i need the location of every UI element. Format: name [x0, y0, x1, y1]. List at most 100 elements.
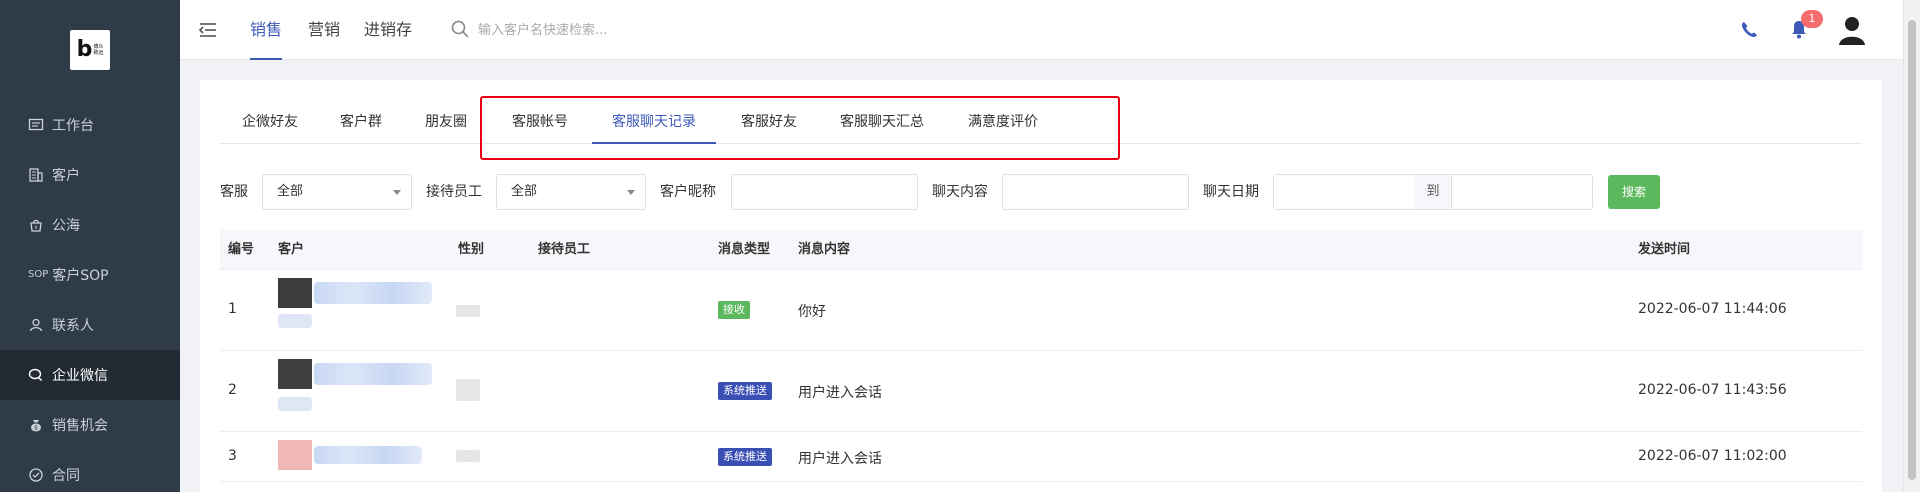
customer-sub-blurred: [278, 397, 312, 411]
search-button[interactable]: 搜索: [1608, 175, 1660, 209]
customer-avatar: [278, 359, 312, 389]
sidebar: b 博众 致远 工作台 客户 公海 SOP 客户SOP 联系人 企业微信 $ 销…: [0, 0, 180, 492]
sidebar-item-label: 客户: [52, 168, 80, 184]
col-header-message-type: 消息类型: [718, 242, 771, 257]
table-row[interactable]: 2 系统推送 用户进入会话 2022-06-07 11:43:56: [220, 351, 1862, 432]
dashboard-icon: [28, 117, 44, 133]
table-header: 编号 客户 性别 接待员工 消息类型 消息内容 发送时间: [220, 230, 1862, 270]
logo-letter: b: [76, 37, 93, 62]
gender-blurred: [456, 305, 480, 317]
company-logo[interactable]: b 博众 致远: [70, 30, 110, 70]
sidebar-item-wechat-work[interactable]: 企业微信: [0, 350, 180, 400]
sidebar-item-dashboard[interactable]: 工作台: [0, 100, 180, 150]
chat-records-table: 编号 客户 性别 接待员工 消息类型 消息内容 发送时间 1 接收 你好 202…: [220, 230, 1862, 482]
table-row[interactable]: 3 系统推送 用户进入会话 2022-06-07 11:02:00: [220, 432, 1862, 482]
sidebar-item-label: 工作台: [52, 118, 94, 134]
sop-icon: SOP: [28, 269, 49, 280]
cell-send-time: 2022-06-07 11:02:00: [1638, 448, 1787, 464]
user-avatar-icon[interactable]: [1836, 14, 1868, 46]
scrollbar-thumb[interactable]: [1908, 20, 1916, 480]
top-tab-inventory[interactable]: 进销存: [364, 0, 412, 60]
message-type-badge: 系统推送: [718, 382, 772, 400]
sidebar-item-label: 联系人: [52, 318, 94, 334]
content-filter-label: 聊天内容: [932, 184, 988, 200]
logo-text: 博众 致远: [93, 44, 104, 56]
col-header-customer: 客户: [278, 242, 305, 257]
tab-moments[interactable]: 朋友圈: [425, 102, 467, 144]
nickname-filter-label: 客户昵称: [660, 184, 716, 200]
cell-message-content: 用户进入会话: [798, 385, 882, 401]
sidebar-item-label: 销售机会: [52, 418, 108, 434]
chevron-down-icon: [393, 190, 401, 195]
date-to-separator: 到: [1414, 174, 1452, 210]
staff-filter-label: 接待员工: [426, 184, 482, 200]
tab-customer-groups[interactable]: 客户群: [340, 102, 382, 144]
top-tab-sales[interactable]: 销售: [250, 0, 283, 60]
col-header-gender: 性别: [458, 242, 485, 257]
service-select[interactable]: 全部: [262, 174, 412, 210]
message-type-badge: 接收: [718, 301, 750, 319]
notification-badge: 1: [1801, 10, 1823, 28]
wechat-work-icon: [28, 367, 44, 383]
customer-name-blurred: [314, 282, 432, 304]
contact-person-icon: [28, 317, 44, 333]
phone-icon[interactable]: [1738, 19, 1760, 41]
highlight-annotation-box: [480, 96, 1120, 160]
svg-text:$: $: [34, 425, 38, 432]
money-bag-icon: $: [28, 417, 44, 433]
tab-wecom-friends[interactable]: 企微好友: [242, 102, 298, 144]
sidebar-item-label: 客户SOP: [52, 268, 109, 284]
staff-select-value: 全部: [511, 184, 538, 199]
customer-avatar: [278, 278, 312, 308]
date-filter-label: 聊天日期: [1203, 184, 1259, 200]
contract-icon: [28, 467, 44, 483]
filter-bar: 客服 全部 接待员工 全部 客户昵称 聊天内容 聊天日期 到 搜索: [220, 174, 1862, 210]
sidebar-item-label: 合同: [52, 468, 80, 484]
table-row[interactable]: 1 接收 你好 2022-06-07 11:44:06: [220, 270, 1862, 351]
sidebar-item-label: 公海: [52, 218, 80, 234]
top-tab-marketing[interactable]: 营销: [308, 0, 340, 60]
sidebar-item-label: 企业微信: [52, 368, 108, 384]
sidebar-item-contract[interactable]: 合同: [0, 450, 180, 492]
service-filter-label: 客服: [220, 184, 248, 200]
chat-content-input[interactable]: [1002, 174, 1189, 210]
customer-building-icon: [28, 167, 44, 183]
cell-message-content: 用户进入会话: [798, 451, 882, 467]
sidebar-item-public-pool[interactable]: 公海: [0, 200, 180, 250]
nickname-input[interactable]: [731, 174, 918, 210]
message-type-badge: 系统推送: [718, 448, 772, 466]
page-scrollbar[interactable]: [1903, 0, 1920, 492]
menu-collapse-icon[interactable]: [198, 20, 218, 40]
cell-no: 2: [228, 382, 237, 398]
cell-no: 1: [228, 301, 237, 317]
customer-name-blurred: [314, 446, 422, 464]
cell-no: 3: [228, 448, 237, 464]
search-icon: [450, 19, 470, 39]
col-header-staff: 接待员工: [538, 242, 591, 257]
gender-blurred: [456, 379, 480, 401]
sidebar-menu: 工作台 客户 公海 SOP 客户SOP 联系人 企业微信 $ 销售机会 合同: [0, 100, 180, 492]
sidebar-item-customer[interactable]: 客户: [0, 150, 180, 200]
col-header-send-time: 发送时间: [1638, 242, 1691, 257]
customer-sub-blurred: [278, 314, 312, 328]
public-pool-bag-icon: [28, 217, 44, 233]
sidebar-item-contacts[interactable]: 联系人: [0, 300, 180, 350]
content-card: 企微好友 客户群 朋友圈 客服帐号 客服聊天记录 客服好友 客服聊天汇总 满意度…: [200, 80, 1882, 492]
date-start-input[interactable]: [1273, 174, 1415, 210]
cell-send-time: 2022-06-07 11:44:06: [1638, 301, 1787, 317]
customer-name-blurred: [314, 363, 432, 385]
gender-blurred: [456, 450, 480, 462]
cell-send-time: 2022-06-07 11:43:56: [1638, 382, 1787, 398]
customer-avatar: [278, 440, 312, 470]
top-bar: 销售 营销 进销存 1: [180, 0, 1903, 60]
service-select-value: 全部: [277, 184, 304, 199]
sidebar-item-customer-sop[interactable]: SOP 客户SOP: [0, 250, 180, 300]
sidebar-item-sales-opportunity[interactable]: $ 销售机会: [0, 400, 180, 450]
col-header-no: 编号: [228, 242, 255, 257]
staff-select[interactable]: 全部: [496, 174, 646, 210]
col-header-message-content: 消息内容: [798, 242, 851, 257]
date-end-input[interactable]: [1451, 174, 1593, 210]
cell-message-content: 你好: [798, 304, 826, 320]
customer-search-input[interactable]: [478, 19, 778, 41]
chevron-down-icon: [627, 190, 635, 195]
